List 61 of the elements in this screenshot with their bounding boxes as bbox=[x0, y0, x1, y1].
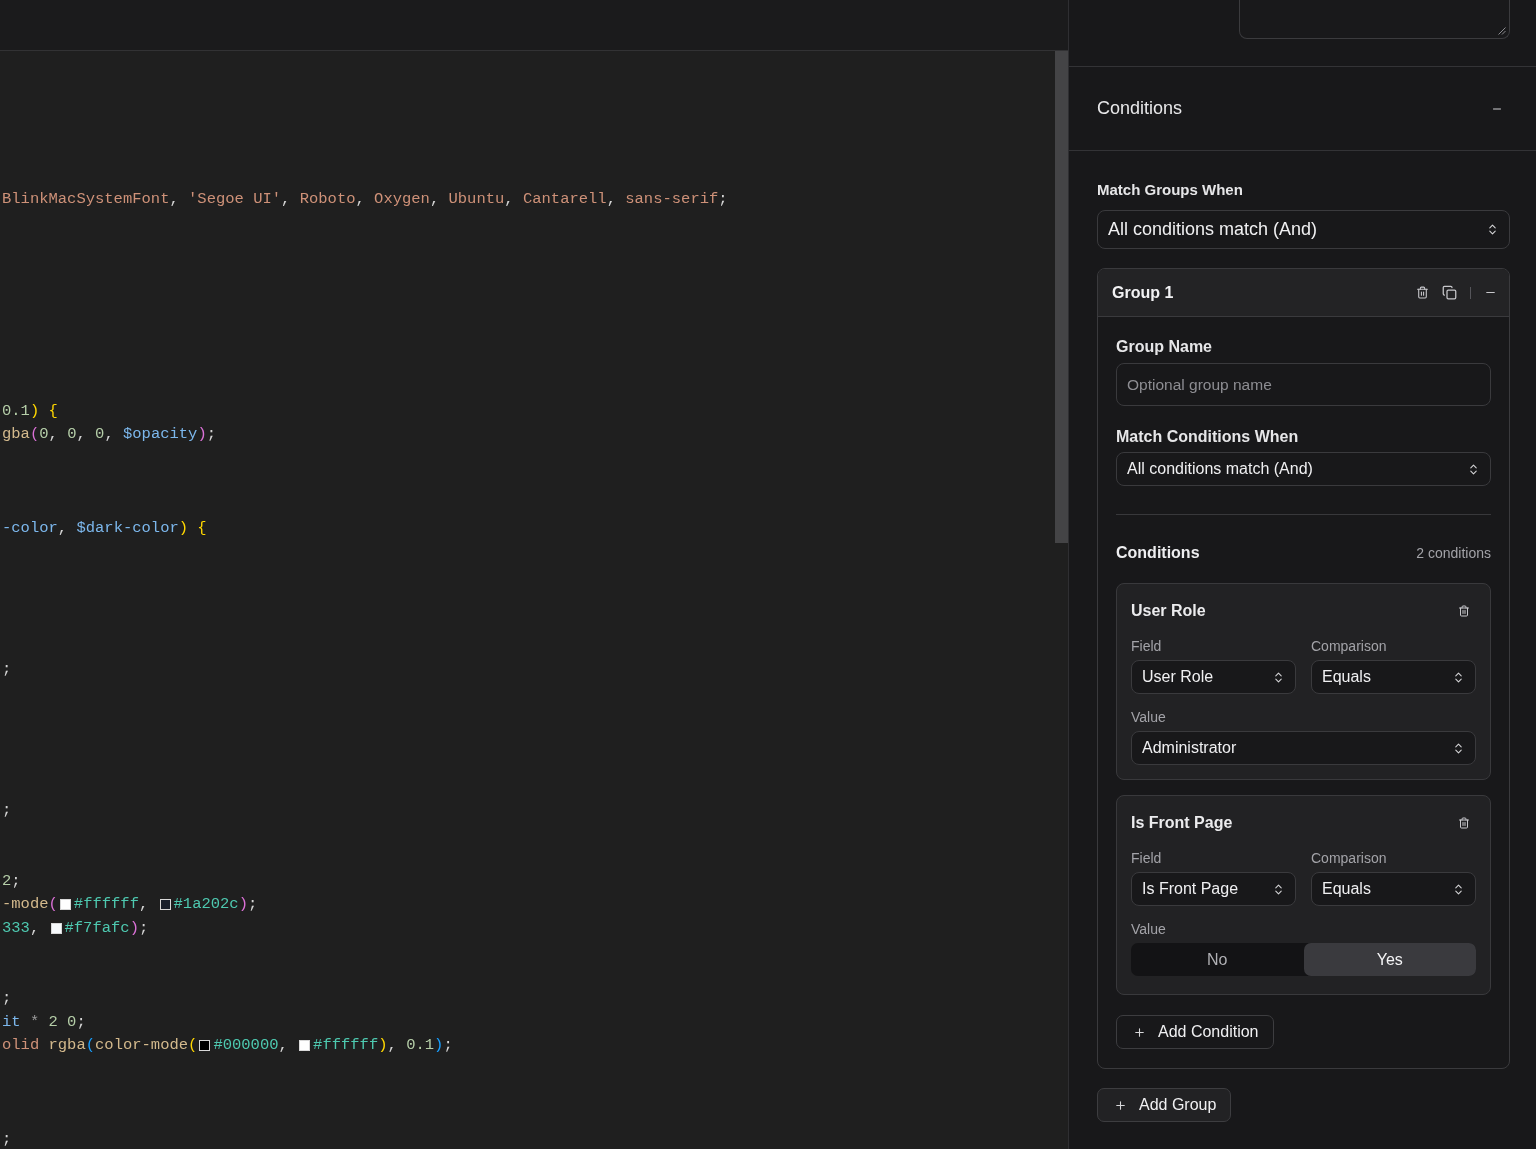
text-input[interactable]: Optional group name bbox=[1116, 363, 1491, 406]
code-text: #000000, bbox=[213, 1035, 289, 1056]
dropdown-select[interactable]: All conditions match (And) bbox=[1116, 452, 1491, 486]
group-title: Group 1 bbox=[1112, 283, 1174, 302]
code-text: ; bbox=[2, 1129, 12, 1149]
code-text: 2; bbox=[2, 870, 21, 892]
field-label: Match Groups When bbox=[1097, 181, 1243, 199]
chevron-up-down-icon bbox=[1452, 670, 1465, 684]
add-group-button[interactable]: Add Group bbox=[1097, 1088, 1232, 1122]
code-text: #ffffff, bbox=[73, 894, 150, 915]
toggle-option[interactable]: No bbox=[1131, 943, 1304, 976]
chevron-up-down-icon bbox=[1272, 670, 1285, 684]
field-label: Group Name bbox=[1116, 338, 1212, 356]
chevron-up-down-icon bbox=[1452, 741, 1465, 755]
code-text: olid rgba(color-mode( bbox=[2, 1035, 198, 1056]
dropdown-select[interactable]: All conditions match (And) bbox=[1097, 210, 1510, 249]
dropdown-select[interactable]: Is Front Page bbox=[1131, 872, 1296, 906]
chevron-up-down-icon bbox=[1467, 462, 1480, 476]
toggle-option[interactable]: Yes bbox=[1303, 943, 1476, 976]
code-text: #1a202c); bbox=[173, 894, 258, 915]
chevron-up-down-icon bbox=[1272, 882, 1285, 896]
dropdown-select[interactable]: Administrator bbox=[1131, 731, 1476, 765]
code-text: ; bbox=[2, 800, 12, 821]
trash-icon[interactable] bbox=[1458, 605, 1470, 617]
code-text: 333, bbox=[2, 917, 41, 939]
copy-icon[interactable] bbox=[1442, 285, 1457, 300]
section-title: Conditions bbox=[1097, 98, 1183, 119]
code-text: -mode( bbox=[2, 894, 58, 915]
trash-icon[interactable] bbox=[1458, 817, 1470, 829]
chevron-up-down-icon bbox=[1452, 882, 1465, 896]
plus-icon bbox=[1114, 1098, 1127, 1112]
field-label: Value bbox=[1131, 710, 1166, 725]
dropdown-select[interactable]: User Role bbox=[1131, 660, 1296, 694]
condition-title: User Role bbox=[1131, 602, 1206, 620]
field-label: Field bbox=[1131, 851, 1162, 866]
dropdown-select[interactable]: Equals bbox=[1311, 872, 1476, 906]
field-label: Field bbox=[1131, 639, 1162, 654]
field-label: Comparison bbox=[1311, 851, 1387, 866]
scrollbar[interactable] bbox=[1055, 51, 1068, 543]
code-text: BlinkMacSystemFont, 'Segoe UI', Roboto, Oxygen, Ubuntu, Cantarell, sans-serif; bbox=[2, 189, 728, 210]
add-condition-button[interactable]: Add Condition bbox=[1116, 1015, 1274, 1049]
conditions-count: 2 conditions bbox=[1416, 545, 1491, 561]
field-label: Comparison bbox=[1311, 639, 1387, 654]
code-text: ; bbox=[2, 659, 12, 680]
condition-title: Is Front Page bbox=[1131, 814, 1233, 832]
code-text: #ffffff), 0.1); bbox=[313, 1035, 453, 1056]
chevron-up-down-icon bbox=[1486, 223, 1499, 236]
field-label: Value bbox=[1131, 922, 1166, 937]
code-text: it * 2 0; bbox=[2, 1011, 86, 1033]
plus-icon bbox=[1133, 1025, 1146, 1039]
resize-grip-icon[interactable] bbox=[1498, 27, 1506, 35]
field-label: Match Conditions When bbox=[1116, 428, 1299, 446]
code-text: #f7fafc); bbox=[64, 917, 149, 939]
dropdown-select[interactable]: Equals bbox=[1311, 660, 1476, 694]
code-text: ; bbox=[2, 988, 12, 1009]
code-text: 0.1) { bbox=[2, 400, 58, 422]
trash-icon[interactable] bbox=[1416, 286, 1429, 299]
textarea-field[interactable] bbox=[1239, 0, 1510, 39]
conditions-heading: Conditions bbox=[1116, 544, 1200, 562]
code-text: -color, $dark-color) { bbox=[2, 518, 207, 539]
code-text: gba(0, 0, 0, $opacity); bbox=[2, 424, 217, 445]
